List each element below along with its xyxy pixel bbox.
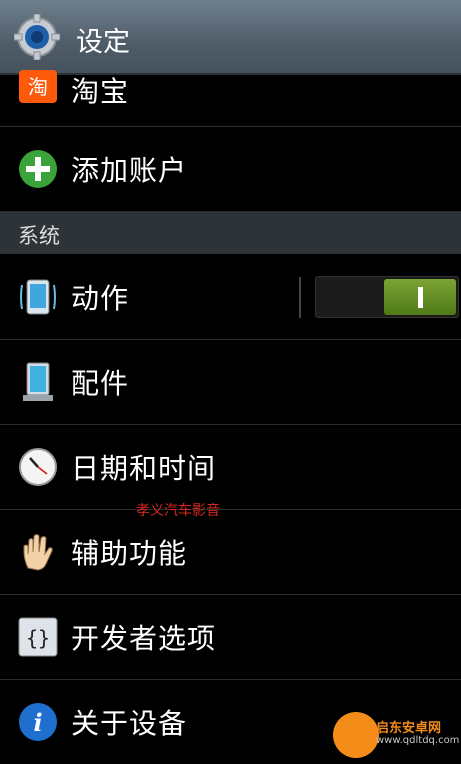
divider (299, 277, 301, 318)
list-item-label: 添加账户 (71, 154, 188, 187)
list-item-label: 开发者选项 (71, 622, 217, 655)
list-item-accessibility[interactable]: 辅助功能 (0, 510, 461, 595)
list-item-label: 关于设备 (71, 707, 188, 740)
braces-icon: {} (18, 617, 58, 657)
list-item-developer-options[interactable]: {} 开发者选项 (0, 595, 461, 680)
list-item-taobao[interactable]: 淘 淘宝 (0, 70, 461, 127)
svg-text:{}: {} (26, 626, 50, 650)
taobao-icon: 淘 (19, 70, 57, 103)
section-title: 系统 (18, 224, 60, 248)
dock-icon (23, 362, 53, 401)
watermark-site-name: 启东安卓网 (376, 721, 442, 736)
action-bar: 设定 (0, 0, 461, 75)
gear-icon (14, 14, 60, 60)
watermark-site-url: www.qdltdq.com (376, 735, 460, 746)
svg-text:淘: 淘 (28, 75, 48, 99)
info-icon: i (19, 703, 57, 741)
watermark-text: 孝义汽车影音 (136, 503, 220, 519)
toggle-knob-on[interactable] (384, 279, 456, 315)
watermark-logo-icon (333, 712, 379, 758)
list-item-add-account[interactable]: 添加账户 (0, 127, 461, 212)
svg-text:i: i (33, 708, 42, 737)
motion-toggle[interactable] (315, 276, 459, 318)
list-item-label: 动作 (71, 282, 130, 315)
list-item-label: 辅助功能 (71, 537, 188, 570)
list-item-label: 配件 (71, 367, 130, 400)
list-item-label: 淘宝 (71, 75, 130, 108)
clock-icon (19, 448, 57, 486)
list-item-label: 日期和时间 (71, 452, 217, 485)
list-item-accessory[interactable]: 配件 (0, 340, 461, 425)
section-header-system: 系统 (0, 212, 461, 254)
list-item-date-time[interactable]: 日期和时间 (0, 425, 461, 510)
hand-icon (23, 534, 53, 571)
add-circle-icon (19, 150, 57, 188)
motion-phone-icon (20, 279, 56, 315)
page-title: 设定 (76, 27, 130, 58)
